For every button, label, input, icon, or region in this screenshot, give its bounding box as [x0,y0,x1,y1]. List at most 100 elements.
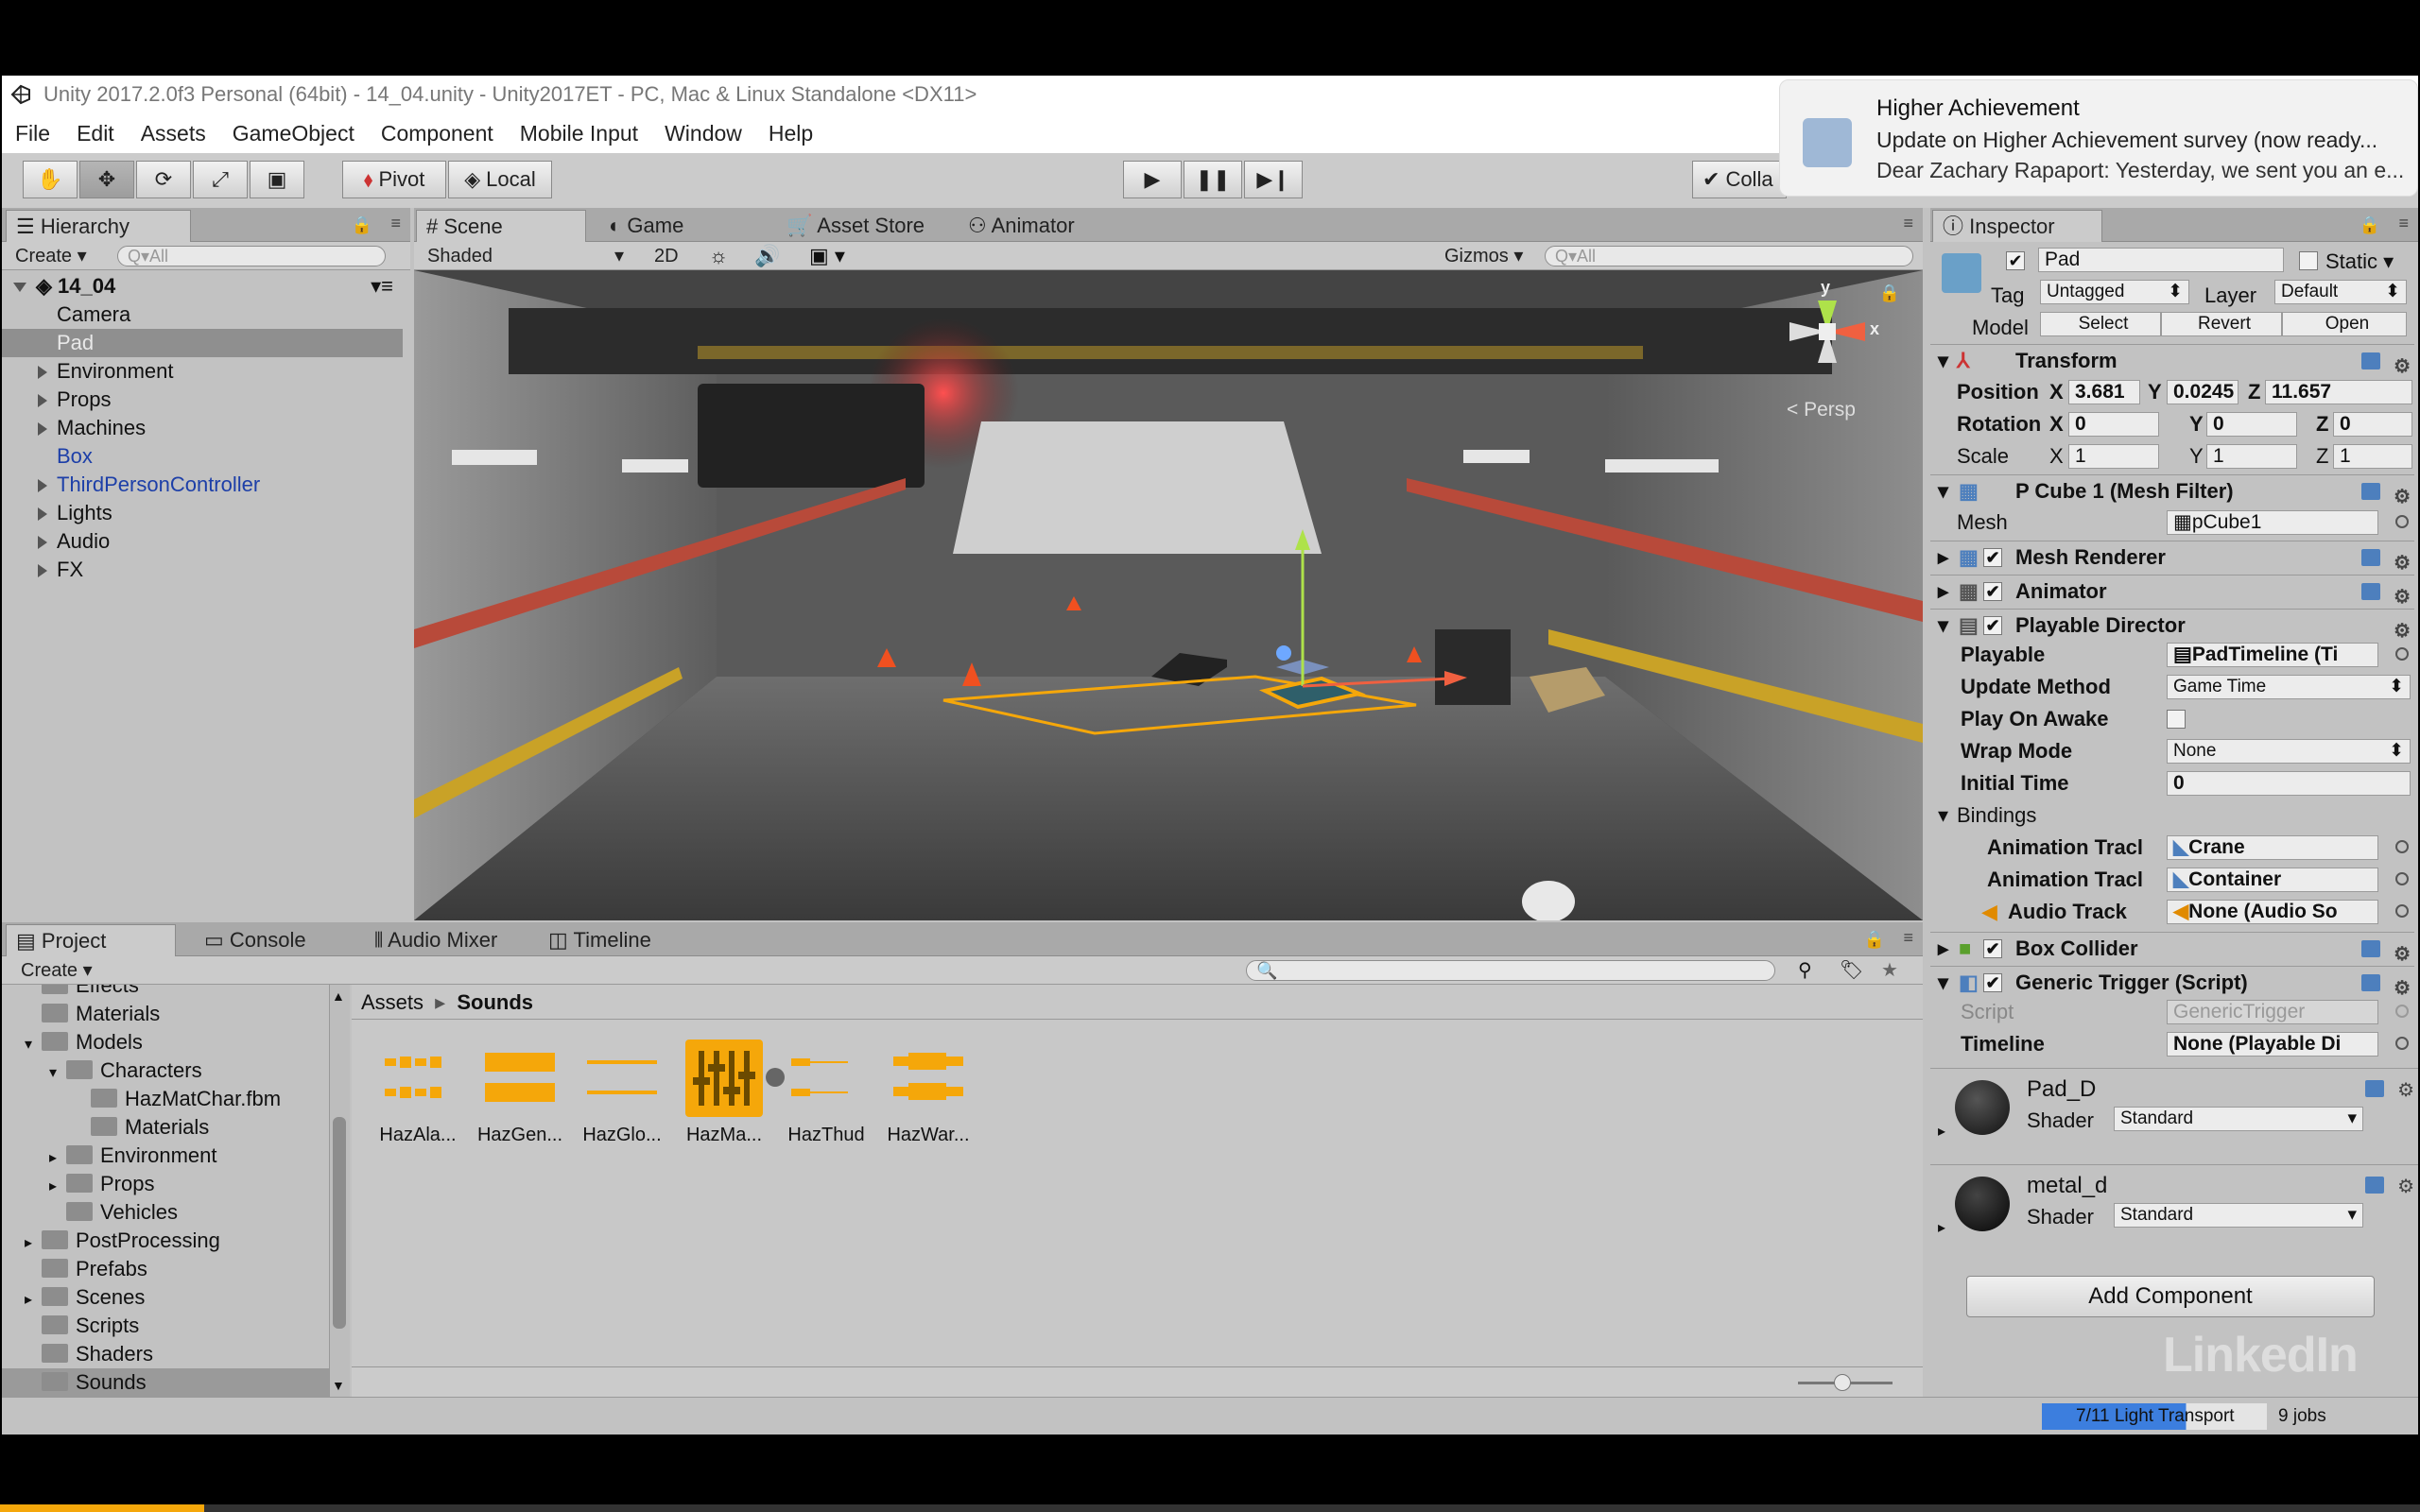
tab-animator[interactable]: ⚇ Animator [959,210,1084,242]
model-open-button[interactable]: Open [2282,312,2407,336]
scene-menu-icon[interactable]: ▾≡ [371,272,393,301]
hierarchy-item-box[interactable]: Box [2,442,403,471]
tab-hierarchy[interactable]: ☰ Hierarchy [6,210,191,242]
project-tree-item[interactable]: Prefabs [2,1255,329,1283]
project-tree-item[interactable]: Vehicles [2,1198,329,1227]
project-tree-item[interactable]: Effects [2,985,329,1000]
position-x-field[interactable]: 3.681 [2068,380,2140,404]
scale-y-field[interactable]: 1 [2206,444,2297,469]
expand-arrow-icon[interactable] [38,536,47,550]
expand-arrow-icon[interactable] [38,422,47,437]
menu-file[interactable]: File [15,121,50,146]
asset-tile[interactable]: HazThud [779,1040,873,1146]
tab-asset-store[interactable]: 🛒 Asset Store [777,210,934,242]
panel-menu-icon[interactable]: ≡ [2398,214,2409,233]
playable-director-header[interactable]: ▾ ▤ ✔ Playable Director ⚙ [1930,609,2414,642]
mesh-filter-header[interactable]: ▾ ▦ P Cube 1 (Mesh Filter) ⚙ [1930,474,2414,507]
shader-dropdown[interactable]: Standard ▾ [2114,1203,2363,1228]
material-metal-d[interactable]: ▸ metal_d Shader Standard ▾ ⚙ [1930,1164,2418,1255]
project-tree-item[interactable]: Materials [2,1000,329,1028]
expand-arrow-icon[interactable]: ▸ [25,1286,42,1314]
add-component-button[interactable]: Add Component [1966,1276,2375,1317]
expand-arrow-icon[interactable] [38,564,47,578]
help-book-icon[interactable] [2361,940,2380,957]
menu-help[interactable]: Help [769,121,813,146]
filter-type-icon[interactable]: ⚲ [1798,958,1812,982]
collapse-arrow-icon[interactable]: ▾ [25,1031,42,1059]
lock-icon[interactable]: 🔒 [352,215,372,235]
rect-tool-button[interactable]: ▣ [250,161,304,198]
scale-tool-button[interactable]: ⤢ [193,161,248,198]
hierarchy-item-pad[interactable]: Pad [2,329,403,357]
breadcrumb-assets[interactable]: Assets [361,990,424,1014]
timeline-object-field[interactable]: None (Playable Di [2167,1032,2378,1057]
position-y-field[interactable]: 0.0245 [2167,380,2238,404]
hierarchy-item-lights[interactable]: Lights [2,499,403,527]
object-picker-icon[interactable] [2395,1037,2409,1050]
scene-search-input[interactable]: Q▾All [1545,246,1913,266]
playable-director-checkbox[interactable]: ✔ [1983,616,2002,635]
scene-root-row[interactable]: ◈ 14_04 ▾≡ [2,272,403,301]
rotation-x-field[interactable]: 0 [2068,412,2159,437]
menu-window[interactable]: Window [665,121,742,146]
notification-popup[interactable]: Higher Achievement Update on Higher Achi… [1779,79,2418,197]
help-book-icon[interactable] [2361,583,2380,600]
pivot-toggle[interactable]: ⬧ Pivot [342,161,446,198]
project-tree-item[interactable]: Materials [2,1113,329,1142]
expand-arrow-icon[interactable]: ▸ [25,1229,42,1258]
mesh-object-field[interactable]: ▦pCube1 [2167,510,2378,535]
playable-object-field[interactable]: ▤PadTimeline (Ti [2167,643,2378,667]
hierarchy-item-environment[interactable]: Environment [2,357,403,386]
position-z-field[interactable]: 11.657 [2265,380,2412,404]
tab-project[interactable]: ▤ Project [6,924,176,956]
static-checkbox[interactable] [2299,251,2318,270]
mesh-renderer-checkbox[interactable]: ✔ [1983,548,2002,567]
panel-menu-icon[interactable]: ≡ [1903,928,1913,948]
initial-time-field[interactable]: 0 [2167,771,2411,796]
hierarchy-create-dropdown[interactable]: Create ▾ [9,245,104,267]
binding-object-field[interactable]: ◀None (Audio So [2167,900,2378,924]
expand-arrow-icon[interactable]: ▸ [49,1144,66,1173]
help-book-icon[interactable] [2361,974,2380,991]
project-tree-item[interactable]: Sounds [2,1368,329,1397]
project-tree-item[interactable]: ▾ Models [2,1028,329,1057]
help-book-icon[interactable] [2361,483,2380,500]
transform-header[interactable]: ▾ ⅄ Transform ⚙ [1930,344,2414,377]
project-tree-item[interactable]: Scripts [2,1312,329,1340]
generic-trigger-checkbox[interactable]: ✔ [1983,973,2002,992]
project-tree-item[interactable]: HazMatChar.fbm [2,1085,329,1113]
project-create-dropdown[interactable]: Create ▾ [15,959,110,982]
project-tree-item[interactable]: Shaders [2,1340,329,1368]
step-button[interactable]: ▶❙ [1244,161,1303,198]
scroll-down-icon[interactable]: ▼ [332,1378,345,1393]
collapse-arrow-icon[interactable]: ▾ [1938,610,1948,642]
help-book-icon[interactable] [2365,1177,2384,1194]
pause-button[interactable]: ❚❚ [1184,161,1242,198]
help-book-icon[interactable] [2361,352,2380,369]
rotation-y-field[interactable]: 0 [2206,412,2297,437]
gear-icon[interactable]: ⚙ [2397,1175,2414,1198]
object-name-field[interactable]: Pad [2038,248,2284,272]
wrap-mode-dropdown[interactable]: None ⬍ [2167,739,2411,764]
gizmos-dropdown[interactable]: Gizmos ▾ [1439,245,1530,267]
menu-component[interactable]: Component [381,121,493,146]
audio-icon[interactable]: 🔊 [754,244,780,268]
hierarchy-item-audio[interactable]: Audio [2,527,403,556]
object-picker-icon[interactable] [2395,872,2409,885]
project-tree-item[interactable]: ▸ Props [2,1170,329,1198]
panel-menu-icon[interactable]: ≡ [1903,214,1913,233]
expand-arrow-icon[interactable]: ▸ [1938,1122,1945,1141]
lock-icon[interactable]: 🔒 [1864,930,1885,950]
rotate-tool-button[interactable]: ⟳ [136,161,191,198]
mesh-renderer-header[interactable]: ▸ ▦ ✔ Mesh Renderer ⚙ [1930,541,2414,574]
2d-toggle[interactable]: 2D [648,245,690,267]
project-tree-item[interactable]: ▸ PostProcessing [2,1227,329,1255]
expand-arrow-icon[interactable] [38,479,47,493]
project-search-input[interactable]: 🔍 [1246,960,1775,981]
expand-arrow-icon[interactable] [38,394,47,408]
hierarchy-item-fx[interactable]: FX [2,556,403,584]
box-collider-checkbox[interactable]: ✔ [1983,939,2002,958]
perspective-label[interactable]: < Persp [1787,399,1856,421]
project-tree-item[interactable]: ▸ Scenes [2,1283,329,1312]
bindings-row[interactable]: ▾ Bindings [1930,799,2414,832]
